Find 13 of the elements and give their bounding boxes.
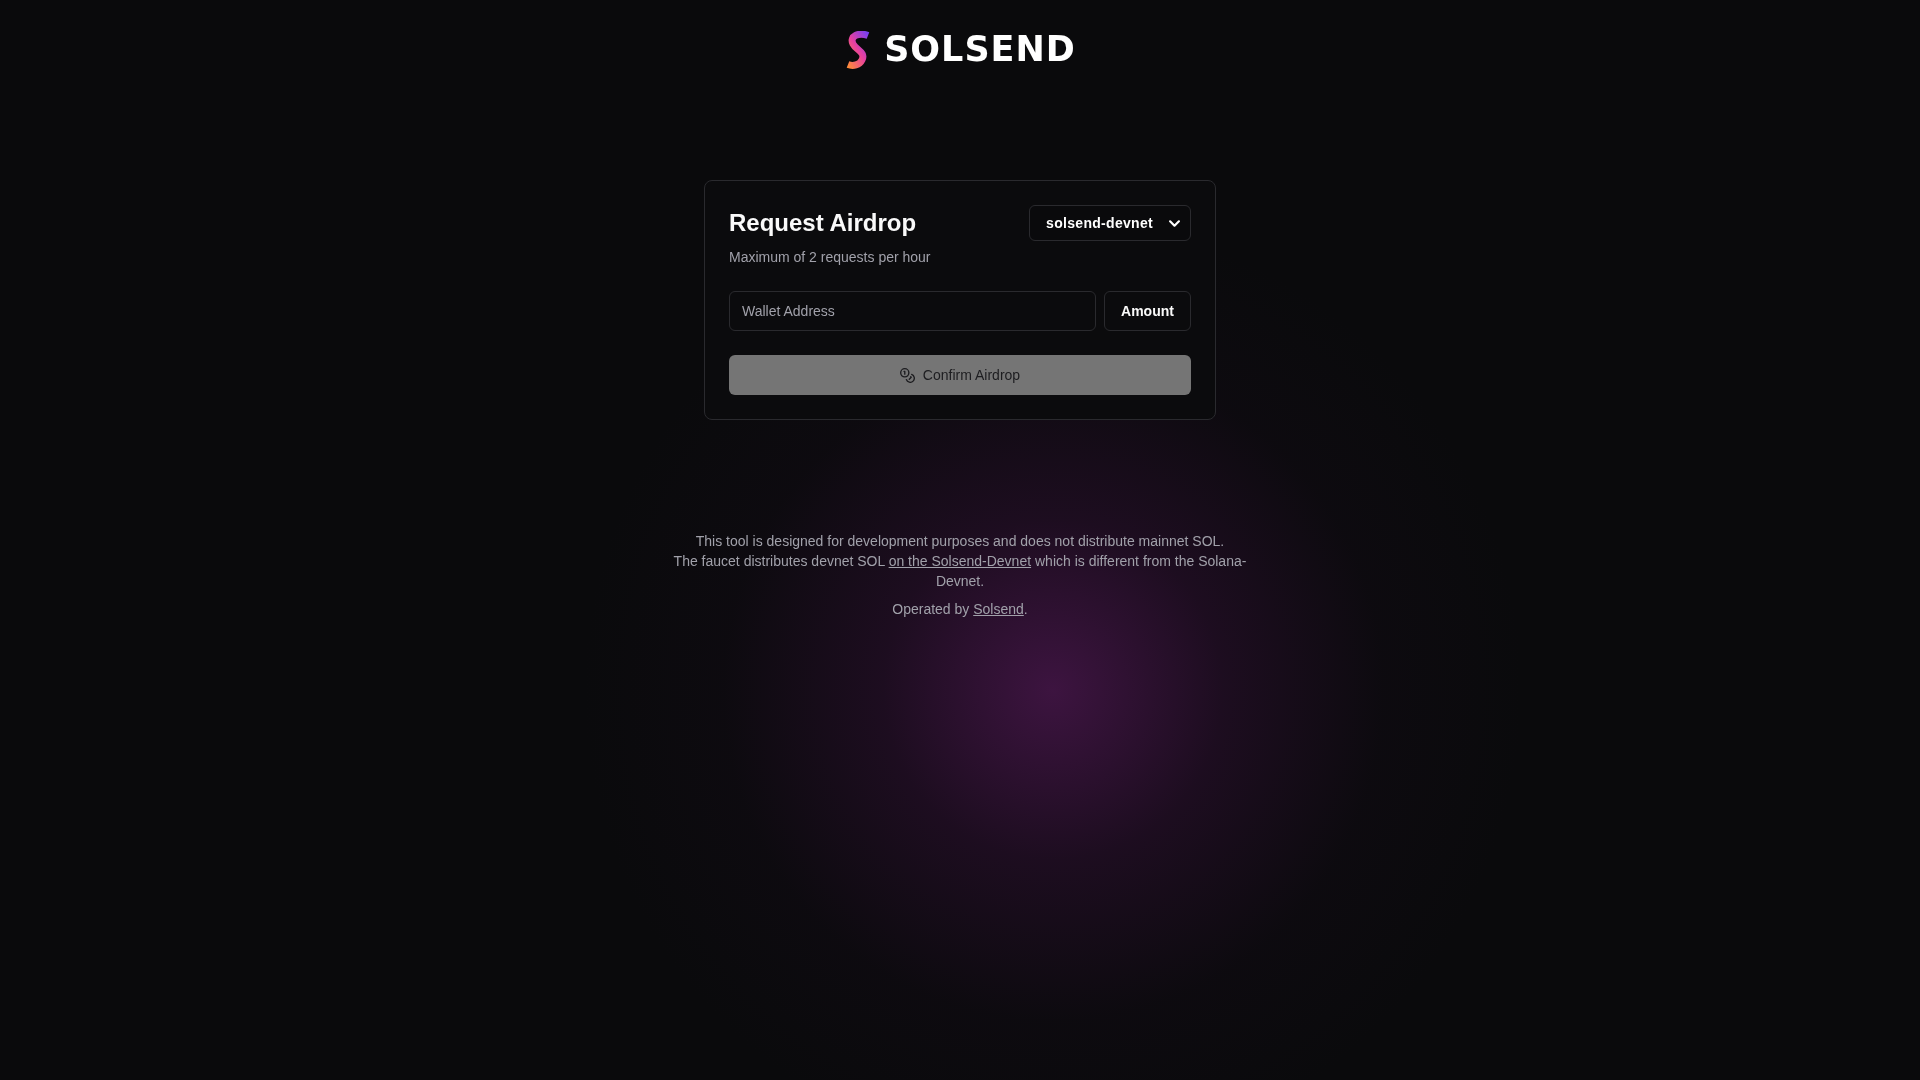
credit-text: Operated by Solsend. [891,600,1029,619]
card-title: Request Airdrop [729,208,917,238]
card-subtitle: Maximum of 2 requests per hour [729,248,932,267]
amount-button[interactable]: Amount [1104,291,1191,331]
text-link[interactable]: Solsend [973,601,1024,617]
disclaimer-text: This tool is designed for development purposes and does not distribute mainnet SOL. [694,532,1226,551]
text-link[interactable]: on the Solsend-Devnet [888,553,1032,569]
wallet-address-field[interactable]: Wallet Address [729,291,1096,331]
network-select[interactable]: solsend-devnet [1029,205,1191,241]
brand-wordmark: SOLSEND [884,32,1076,67]
chevron-down-icon [1169,219,1180,227]
coins-icon [899,367,915,383]
disclaimer-text: The faucet distributes devnet SOL on the Solsend-Devnet which is different from the Solana-Devnet. [672,552,1248,591]
